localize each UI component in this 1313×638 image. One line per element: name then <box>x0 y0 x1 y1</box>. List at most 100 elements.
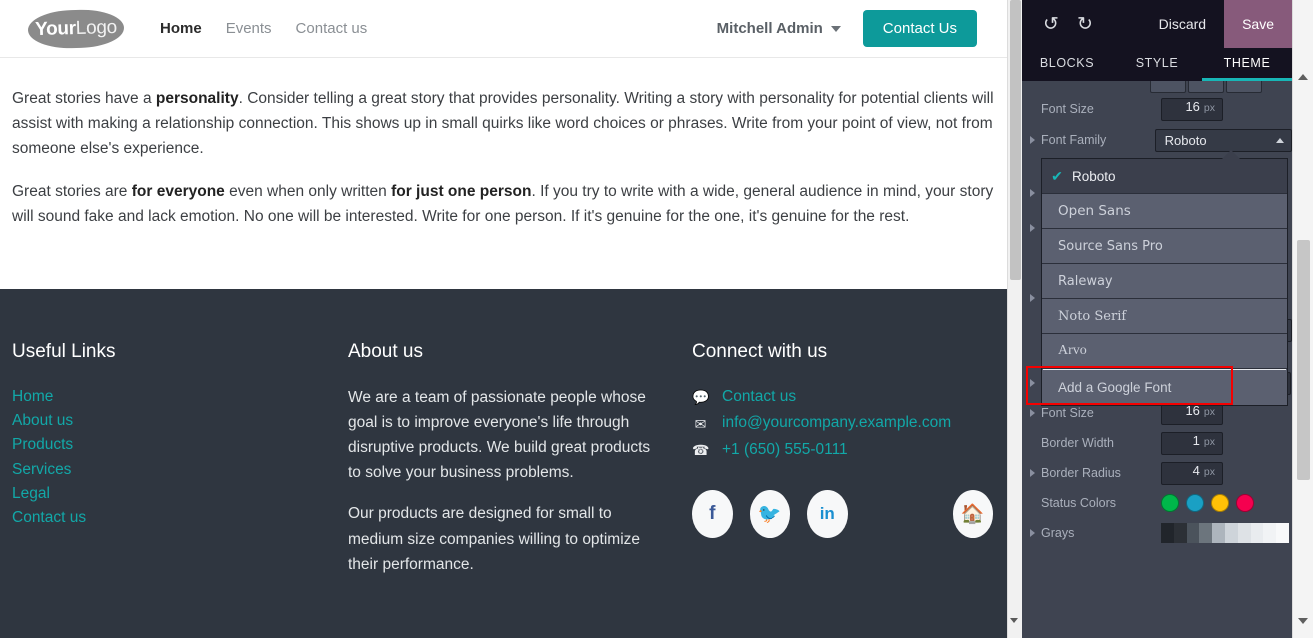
footer-contact-row-phone: ☎ +1 (650) 555-0111 <box>692 438 993 462</box>
gray-5[interactable] <box>1212 523 1225 543</box>
footer-link-legal[interactable]: Legal <box>12 482 166 506</box>
font-option-source-sans-pro[interactable]: Source Sans Pro <box>1042 229 1287 264</box>
footer-about: About us We are a team of passionate peo… <box>180 341 680 638</box>
gray-6[interactable] <box>1224 523 1238 543</box>
tab-theme[interactable]: THEME <box>1202 48 1292 81</box>
gray-palette[interactable] <box>1161 523 1289 543</box>
editor-panel-scrollbar[interactable] <box>1292 0 1313 638</box>
footer-link-home[interactable]: Home <box>12 385 166 409</box>
font-size-label: Font Size <box>1041 102 1094 116</box>
border-width-input[interactable]: 1 px <box>1161 431 1223 455</box>
redo-icon[interactable]: ↻ <box>1068 7 1102 41</box>
save-button[interactable]: Save <box>1224 0 1292 48</box>
gray-4[interactable] <box>1199 523 1213 543</box>
footer-link-services[interactable]: Services <box>12 458 166 482</box>
p2-text-b: even when only written <box>224 183 392 201</box>
expand-triangle-icon <box>1030 326 1035 334</box>
envelope-icon: ✉ <box>694 415 707 432</box>
footer-link-about-us[interactable]: About us <box>12 409 166 433</box>
expand-triangle-icon[interactable] <box>1030 379 1035 387</box>
discard-button[interactable]: Discard <box>1141 0 1224 48</box>
expand-triangle-icon[interactable] <box>1030 469 1035 477</box>
twitter-icon[interactable]: 🐦 <box>749 490 790 539</box>
gray-8[interactable] <box>1250 523 1264 543</box>
gray-10[interactable] <box>1276 523 1289 543</box>
border-radius-input[interactable]: 4 px <box>1161 461 1223 485</box>
gray-2[interactable] <box>1173 523 1187 543</box>
p1-text-a: Great stories have a <box>12 90 156 107</box>
status-color-danger[interactable] <box>1236 494 1254 512</box>
border-width-label: Border Width <box>1041 436 1114 450</box>
segment-2[interactable] <box>1188 81 1224 93</box>
gray-9[interactable] <box>1263 523 1277 543</box>
chevron-up-icon <box>1276 137 1284 143</box>
home-icon[interactable]: 🏠 <box>952 490 993 539</box>
font-option-arvo[interactable]: Arvo <box>1042 334 1287 369</box>
footer-contact-link[interactable]: Contact us <box>722 385 796 409</box>
facebook-icon[interactable]: f <box>692 490 733 539</box>
font-family-value: Roboto <box>1164 132 1207 148</box>
footer-phone-link[interactable]: +1 (650) 555-0111 <box>722 438 848 462</box>
font-family-dropdown: ✔ Roboto Open Sans Source Sans Pro Ralew… <box>1041 158 1288 406</box>
main-nav: Home Events Contact us <box>160 20 367 37</box>
editor-tabs: BLOCKS STYLE THEME <box>1022 48 1292 81</box>
scroll-down-arrow-icon[interactable] <box>1010 618 1018 623</box>
tab-blocks[interactable]: BLOCKS <box>1022 48 1112 81</box>
footer-contact-row-contact: 💬 Contact us <box>692 385 993 409</box>
nav-item-home[interactable]: Home <box>160 20 202 37</box>
segment-1[interactable] <box>1150 81 1186 93</box>
footer-about-title: About us <box>348 341 423 362</box>
site-header: YourLogo Home Events Contact us Mitchell… <box>0 0 1007 58</box>
status-color-success[interactable] <box>1161 494 1179 512</box>
segmented-control[interactable] <box>1150 81 1262 93</box>
header-right: Mitchell Admin Contact Us <box>717 10 977 47</box>
check-icon: ✔ <box>1051 167 1063 184</box>
expand-triangle-icon[interactable] <box>1030 224 1035 232</box>
expand-triangle-icon[interactable] <box>1030 189 1035 197</box>
undo-icon[interactable]: ↺ <box>1034 7 1068 41</box>
footer-about-paragraph-1: We are a team of passionate people whose… <box>348 389 651 482</box>
user-menu[interactable]: Mitchell Admin <box>717 20 841 37</box>
contact-us-button[interactable]: Contact Us <box>862 10 977 47</box>
gray-3[interactable] <box>1186 523 1200 543</box>
expand-triangle-icon[interactable] <box>1030 294 1035 302</box>
font-option-roboto[interactable]: ✔ Roboto <box>1042 159 1287 194</box>
p2-text-a: Great stories are <box>12 183 132 201</box>
expand-triangle-icon[interactable] <box>1030 409 1035 417</box>
panel-scroll-gutter <box>1007 0 1022 638</box>
setting-row-border-width: Border Width 1 px <box>1022 428 1292 458</box>
footer-link-products[interactable]: Products <box>12 433 166 457</box>
expand-triangle-icon[interactable] <box>1030 136 1035 144</box>
gray-1[interactable] <box>1161 523 1174 543</box>
font-option-open-sans[interactable]: Open Sans <box>1042 194 1287 229</box>
scroll-down-arrow-icon[interactable] <box>1298 618 1308 624</box>
border-width-unit: px <box>1203 435 1215 448</box>
add-google-font-button[interactable]: Add a Google Font <box>1042 370 1287 405</box>
comment-icon: 💬 <box>692 389 710 406</box>
font-size-value: 16 <box>1185 98 1200 114</box>
font-option-noto-serif[interactable]: Noto Serif <box>1042 299 1287 334</box>
font-size-input[interactable]: 16 px <box>1161 97 1223 121</box>
grays-label: Grays <box>1041 526 1075 540</box>
expand-triangle-icon[interactable] <box>1030 529 1035 537</box>
gray-7[interactable] <box>1237 523 1251 543</box>
site-logo[interactable]: YourLogo <box>27 8 125 49</box>
setting-row-font-size: Font Size 16 px <box>1022 93 1292 125</box>
footer-email-link[interactable]: info@yourcompany.example.com <box>722 411 951 435</box>
linkedin-icon[interactable]: in <box>807 490 848 539</box>
font-family-select[interactable]: Roboto <box>1154 128 1292 152</box>
site-footer: Useful Links Home About us Products Serv… <box>0 289 1007 638</box>
status-color-info[interactable] <box>1186 494 1204 512</box>
editor-panel-scrollbar-thumb[interactable] <box>1297 240 1310 480</box>
font-option-raleway[interactable]: Raleway <box>1042 264 1287 299</box>
font-size-unit: px <box>1203 101 1215 114</box>
footer-about-paragraph-2: Our products are designed for small to m… <box>348 505 641 573</box>
footer-connect-title: Connect with us <box>692 341 828 362</box>
nav-item-events[interactable]: Events <box>226 20 272 37</box>
segment-3[interactable] <box>1226 81 1262 93</box>
tab-style[interactable]: STYLE <box>1112 48 1202 81</box>
footer-link-contact-us[interactable]: Contact us <box>12 506 166 530</box>
status-color-warning[interactable] <box>1211 494 1229 512</box>
scroll-up-arrow-icon[interactable] <box>1298 74 1308 80</box>
nav-item-contact-us[interactable]: Contact us <box>296 20 368 37</box>
